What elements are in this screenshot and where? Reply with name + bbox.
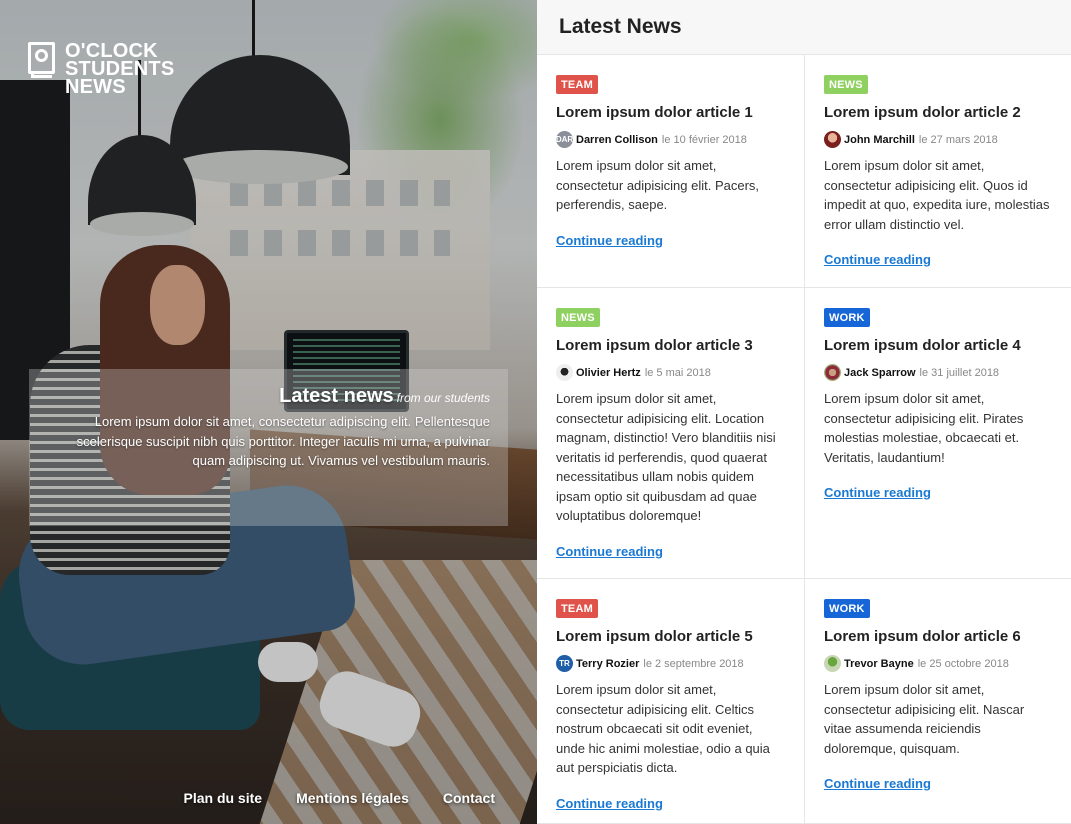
avatar <box>824 364 841 381</box>
article-date: le 10 février 2018 <box>661 133 747 146</box>
articles-grid: TEAM Lorem ipsum dolor article 1 DAR Dar… <box>537 55 1071 824</box>
author-name: Jack Sparrow <box>844 366 916 379</box>
avatar: DAR <box>556 131 573 148</box>
article-excerpt: Lorem ipsum dolor sit amet, consectetur … <box>556 158 760 212</box>
article-card: WORK Lorem ipsum dolor article 4 Jack Sp… <box>805 288 1071 579</box>
article-excerpt: Lorem ipsum dolor sit amet, consectetur … <box>824 158 1050 232</box>
book-logo-icon <box>28 42 56 78</box>
article-title: Lorem ipsum dolor article 2 <box>824 104 1021 121</box>
category-badge[interactable]: NEWS <box>824 75 868 94</box>
footer-link-legal[interactable]: Mentions légales <box>296 790 409 806</box>
article-meta: Jack Sparrow le 31 juillet 2018 <box>824 364 1051 381</box>
article-meta: John Marchill le 27 mars 2018 <box>824 131 1051 148</box>
category-badge[interactable]: TEAM <box>556 75 598 94</box>
article-card: TEAM Lorem ipsum dolor article 1 DAR Dar… <box>537 55 805 288</box>
footer-link-contact[interactable]: Contact <box>443 790 495 806</box>
article-card: NEWS Lorem ipsum dolor article 2 John Ma… <box>805 55 1071 288</box>
avatar <box>824 655 841 672</box>
footer-nav: Plan du site Mentions légales Contact <box>0 790 537 806</box>
article-meta: DAR Darren Collison le 10 février 2018 <box>556 131 784 148</box>
article-date: le 2 septembre 2018 <box>643 657 744 670</box>
article-meta: Trevor Bayne le 25 octobre 2018 <box>824 655 1051 672</box>
author-name: John Marchill <box>844 133 915 146</box>
author-name: Trevor Bayne <box>844 657 914 670</box>
hero-title: Latest news <box>279 385 394 407</box>
main-header: Latest News <box>537 0 1071 55</box>
article-card: TEAM Lorem ipsum dolor article 5 TR Terr… <box>537 579 805 824</box>
brand-line: NEWS <box>65 76 126 98</box>
continue-reading-link[interactable]: Continue reading <box>824 252 1051 267</box>
article-date: le 25 octobre 2018 <box>917 657 1009 670</box>
article-date: le 31 juillet 2018 <box>919 366 1000 379</box>
article-meta: TR Terry Rozier le 2 septembre 2018 <box>556 655 784 672</box>
continue-reading-link[interactable]: Continue reading <box>556 544 784 559</box>
hero-heading: Latest news from our students <box>47 385 490 408</box>
article-card: NEWS Lorem ipsum dolor article 3 Olivier… <box>537 288 805 579</box>
category-badge[interactable]: TEAM <box>556 599 598 618</box>
avatar <box>824 131 841 148</box>
article-date: le 27 mars 2018 <box>918 133 998 146</box>
brand-logo-link[interactable]: O'CLOCK STUDENTS NEWS <box>28 41 174 98</box>
article-title: Lorem ipsum dolor article 3 <box>556 337 753 354</box>
page-title: Latest News <box>559 15 682 38</box>
category-badge[interactable]: WORK <box>824 308 870 327</box>
author-name: Darren Collison <box>576 133 658 146</box>
avatar: TR <box>556 655 573 672</box>
hero-subtitle: from our students <box>396 391 490 405</box>
category-badge[interactable]: WORK <box>824 599 870 618</box>
brand-name: O'CLOCK STUDENTS NEWS <box>65 41 174 98</box>
article-date: le 5 mai 2018 <box>644 366 711 379</box>
continue-reading-link[interactable]: Continue reading <box>556 796 784 811</box>
article-title: Lorem ipsum dolor article 5 <box>556 628 753 645</box>
author-name: Terry Rozier <box>576 657 640 670</box>
article-title: Lorem ipsum dolor article 4 <box>824 337 1021 354</box>
article-card: WORK Lorem ipsum dolor article 6 Trevor … <box>805 579 1071 824</box>
main-content: Latest News TEAM Lorem ipsum dolor artic… <box>537 0 1071 824</box>
article-title: Lorem ipsum dolor article 6 <box>824 628 1021 645</box>
hero-description: Lorem ipsum dolor sit amet, consectetur … <box>76 414 490 468</box>
category-badge[interactable]: NEWS <box>556 308 600 327</box>
footer-link-sitemap[interactable]: Plan du site <box>183 790 262 806</box>
continue-reading-link[interactable]: Continue reading <box>556 233 784 248</box>
article-excerpt: Lorem ipsum dolor sit amet, consectetur … <box>556 682 770 775</box>
article-excerpt: Lorem ipsum dolor sit amet, consectetur … <box>824 391 1024 465</box>
continue-reading-link[interactable]: Continue reading <box>824 485 1051 500</box>
article-excerpt: Lorem ipsum dolor sit amet, consectetur … <box>824 682 1025 756</box>
article-title: Lorem ipsum dolor article 1 <box>556 104 753 121</box>
hero-intro-box: Latest news from our students Lorem ipsum… <box>29 369 508 526</box>
continue-reading-link[interactable]: Continue reading <box>824 776 1051 791</box>
avatar <box>556 364 573 381</box>
article-excerpt: Lorem ipsum dolor sit amet, consectetur … <box>556 391 776 523</box>
article-meta: Olivier Hertz le 5 mai 2018 <box>556 364 784 381</box>
author-name: Olivier Hertz <box>576 366 641 379</box>
